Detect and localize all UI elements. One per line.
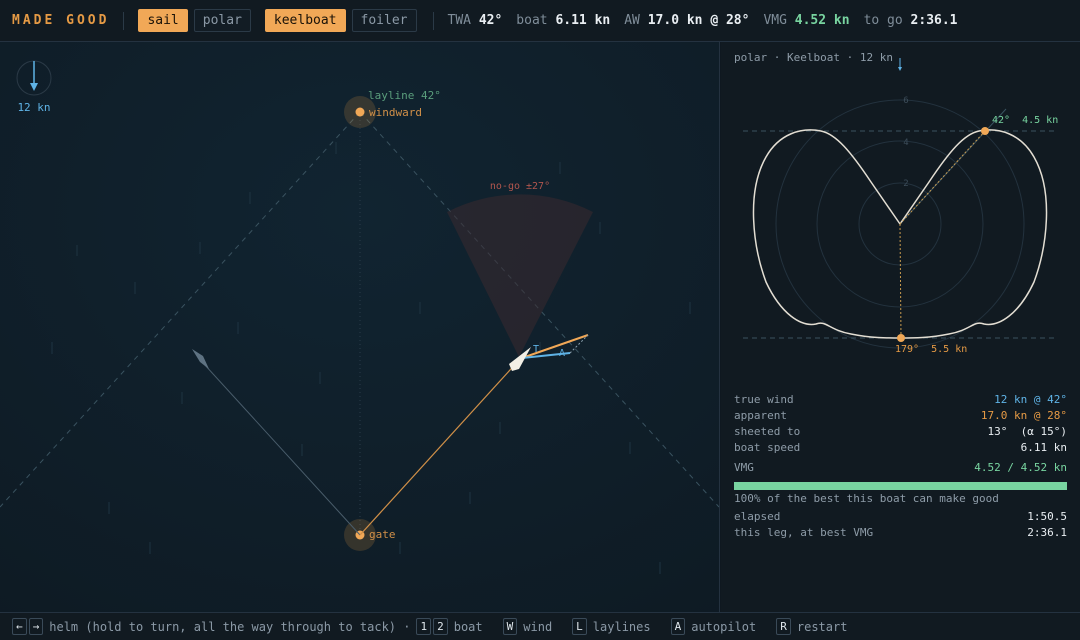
- sheeted-value: 13° (α 15°): [987, 425, 1067, 438]
- vmg-progress-bar: [734, 482, 1067, 490]
- polar-wind-arrowhead-icon: [898, 67, 902, 71]
- apparent-wind-value: 17.0 kn @ 28°: [647, 13, 750, 28]
- boat-speed-readout: 6.11 kn: [1020, 441, 1067, 454]
- to-go-value: 2:36.1: [910, 13, 958, 28]
- heading-line: [899, 108, 1007, 225]
- apparent-value: 17.0 kn @ 28°: [980, 409, 1067, 422]
- boat-speed-value: 6.11 kn: [555, 13, 611, 28]
- ring-label-2: 2: [903, 179, 908, 189]
- ring-label-6: 6: [903, 96, 908, 106]
- best-downwind-label: 179° 5.5 kn: [895, 344, 967, 355]
- vmg-stat: VMG 4.52 kn: [763, 13, 850, 28]
- best-downwind-point: [897, 334, 905, 342]
- apparent-row: apparent 17.0 kn @ 28°: [734, 409, 1067, 422]
- top-bar: MADE GOOD sail polar keelboat foiler TWA…: [0, 0, 1080, 42]
- windward-label: windward: [369, 106, 422, 119]
- vmg-progress-fill: [734, 482, 1067, 490]
- help-wind: W wind: [502, 618, 553, 635]
- help-autopilot: A autopilot: [670, 618, 757, 635]
- key-2[interactable]: 2: [433, 618, 448, 635]
- true-wind-row: true wind 12 kn @ 42°: [734, 393, 1067, 406]
- wind-text: wind: [523, 619, 553, 634]
- restart-text: restart: [796, 619, 848, 634]
- boat-text: boat: [453, 619, 483, 634]
- vector-t-label: T: [533, 344, 539, 355]
- best-upwind-point: [981, 127, 989, 135]
- true-wind-value: 12 kn @ 42°: [994, 393, 1067, 406]
- boat-speed-row: boat speed 6.11 kn: [734, 441, 1067, 454]
- mode-polar-button[interactable]: polar: [193, 9, 251, 32]
- key-a[interactable]: A: [670, 618, 686, 635]
- best-downwind-line: [899, 223, 902, 339]
- mode-sail-button[interactable]: sail: [138, 9, 188, 32]
- sheeted-row: sheeted to 13° (α 15°): [734, 425, 1067, 438]
- elapsed-row: elapsed 1:50.5: [734, 510, 1067, 523]
- leg-row: this leg, at best VMG 2:36.1: [734, 526, 1067, 539]
- key-l[interactable]: L: [572, 618, 587, 635]
- readout-panel: true wind 12 kn @ 42° apparent 17.0 kn @ 2…: [734, 392, 1067, 541]
- divider: [432, 11, 434, 30]
- apparent-wind-stat: AW 17.0 kn @ 28°: [624, 13, 750, 28]
- vmg-value: 4.52 kn: [794, 13, 850, 28]
- key-w[interactable]: W: [502, 618, 518, 635]
- boat-foiler-button[interactable]: foiler: [351, 9, 417, 32]
- help-laylines: L laylines: [572, 618, 651, 635]
- windward-mark[interactable]: [355, 107, 365, 117]
- side-panel: polar · Keelboat · 12 kn 2 4 6 42° 4.5 k…: [721, 42, 1080, 612]
- course-canvas[interactable]: 12 kn no-go ±27° layline 42° windward ga…: [0, 42, 719, 612]
- polar-diagram: polar · Keelboat · 12 kn 2 4 6 42° 4.5 k…: [734, 51, 1058, 355]
- help-bar: ← → helm (hold to turn, all the way throu…: [0, 612, 1080, 640]
- to-go-stat: to go 2:36.1: [863, 13, 958, 28]
- key-1[interactable]: 1: [416, 618, 432, 635]
- no-go-label: no-go ±27°: [490, 181, 550, 192]
- helm-text: helm (hold to turn, all the way through …: [49, 619, 411, 634]
- vmg-note: 100% of the best this boat can make good: [734, 492, 999, 505]
- key-r[interactable]: R: [776, 618, 791, 635]
- elapsed-value: 1:50.5: [1027, 510, 1067, 523]
- wind-speed-label: 12 kn: [17, 101, 50, 114]
- best-upwind-label: 42° 4.5 kn: [992, 115, 1058, 126]
- boat-speed-stat: boat 6.11 kn: [516, 13, 611, 28]
- twa-stat: TWA 42°: [447, 13, 503, 28]
- help-helm: ← → helm (hold to turn, all the way throu…: [12, 618, 410, 635]
- key-left[interactable]: ←: [12, 618, 27, 635]
- polar-title: polar · Keelboat · 12 kn: [734, 51, 893, 64]
- gate-label: gate: [369, 528, 396, 541]
- app-title: MADE GOOD: [12, 13, 110, 28]
- ring-label-4: 4: [903, 138, 908, 148]
- vmg-readout: 4.52 / 4.52 kn: [974, 461, 1067, 474]
- leg-value: 2:36.1: [1027, 526, 1067, 539]
- help-restart: R restart: [776, 618, 847, 635]
- twa-value: 42°: [478, 13, 503, 28]
- help-boat: 12 boat: [416, 618, 483, 635]
- vmg-row: VMG 4.52 / 4.52 kn: [734, 461, 1067, 474]
- divider: [123, 11, 125, 30]
- laylines-text: laylines: [592, 619, 651, 634]
- key-right[interactable]: →: [28, 618, 44, 635]
- layline-label: layline 42°: [368, 89, 441, 102]
- boat-keelboat-button[interactable]: keelboat: [264, 9, 346, 32]
- autopilot-text: autopilot: [691, 619, 757, 634]
- vector-a-label: A: [559, 348, 565, 359]
- course-map[interactable]: 12 kn no-go ±27° layline 42° windward ga…: [0, 42, 720, 612]
